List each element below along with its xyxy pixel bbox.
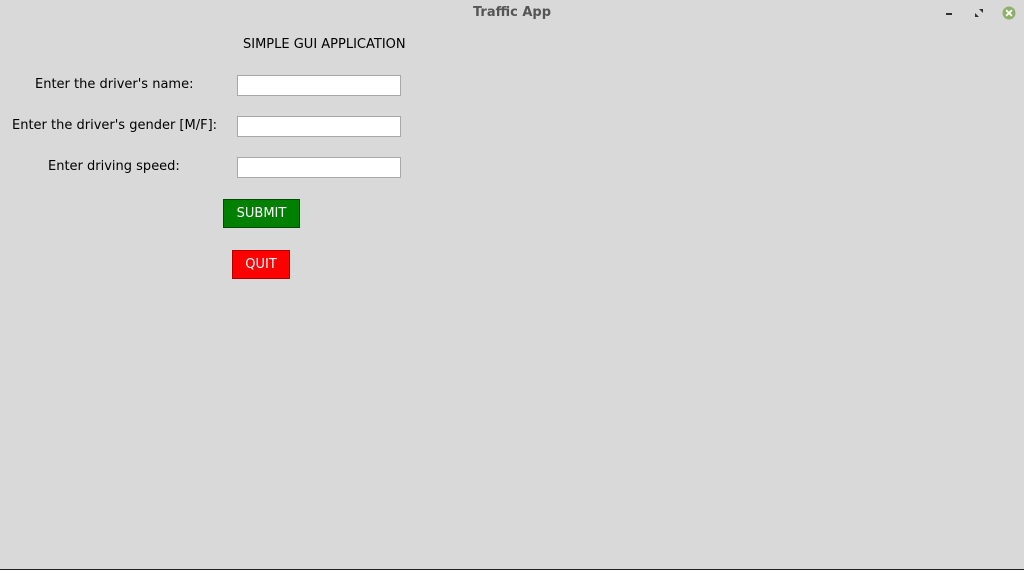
driver-gender-label: Enter the driver's gender [M/F]:: [12, 118, 218, 133]
maximize-button[interactable]: [971, 5, 987, 21]
title-bar[interactable]: Traffic App: [0, 0, 1024, 26]
minimize-button[interactable]: [941, 5, 957, 21]
close-icon: [1002, 6, 1016, 20]
app-heading: SIMPLE GUI APPLICATION: [243, 37, 406, 52]
driver-name-input[interactable]: [237, 75, 401, 96]
driver-name-label: Enter the driver's name:: [35, 77, 194, 92]
maximize-icon: [975, 9, 983, 17]
quit-button[interactable]: QUIT: [232, 250, 290, 279]
driving-speed-input[interactable]: [237, 157, 401, 178]
app-window: Traffic App SIMPLE GUI APPLICATION Enter…: [0, 0, 1024, 570]
submit-button[interactable]: SUBMIT: [223, 199, 300, 228]
driver-gender-input[interactable]: [237, 116, 401, 137]
window-title: Traffic App: [472, 5, 552, 20]
close-button[interactable]: [1001, 5, 1017, 21]
driving-speed-label: Enter driving speed:: [48, 159, 180, 174]
minimize-icon: [946, 13, 952, 15]
